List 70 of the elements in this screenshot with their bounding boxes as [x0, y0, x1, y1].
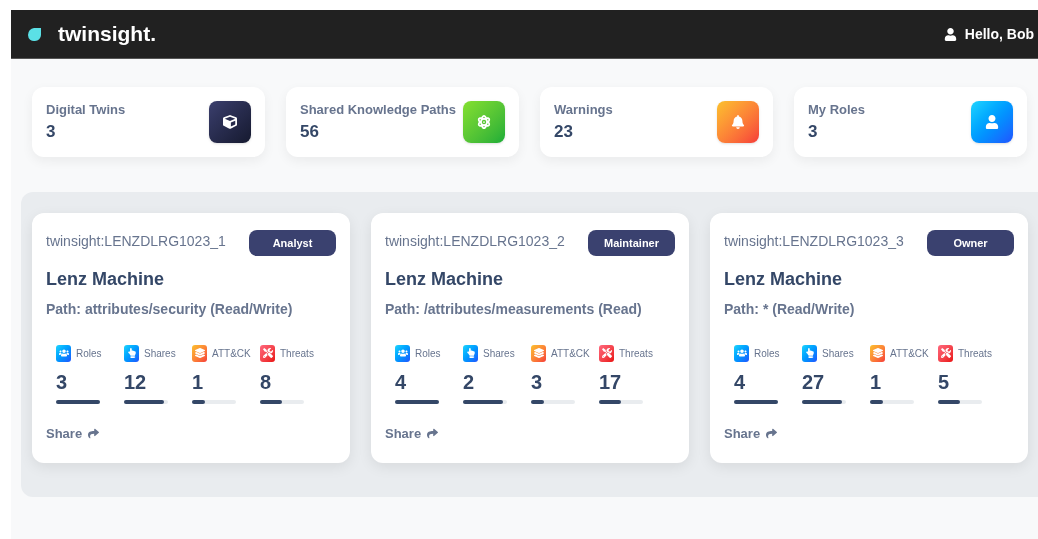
share-icon: [88, 428, 100, 440]
metric-value: 4: [395, 370, 408, 394]
share-link[interactable]: Share: [46, 424, 100, 444]
people-icon: [395, 344, 410, 362]
metric-label: Roles: [754, 346, 780, 361]
metric-value: 4: [734, 370, 747, 394]
metric-value: 3: [56, 370, 69, 394]
stat-value: 23: [554, 121, 574, 143]
stat-value: 3: [46, 121, 57, 143]
metric-label: Threats: [958, 346, 992, 361]
metric-value: 1: [870, 370, 883, 394]
twin-path: Path: * (Read/Write): [724, 300, 856, 319]
tools-icon: [599, 344, 614, 362]
pointer-icon: [463, 344, 478, 362]
cube-icon: [209, 101, 251, 143]
role-badge: Owner: [927, 230, 1014, 256]
metric-label: Threats: [280, 346, 314, 361]
share-link[interactable]: Share: [724, 424, 778, 444]
role-badge: Analyst: [249, 230, 336, 256]
people-icon: [56, 344, 71, 362]
people-icon: [734, 344, 749, 362]
twin-name: Lenz Machine: [724, 268, 844, 291]
brand-name: twinsight.: [58, 21, 156, 48]
metric-value: 1: [192, 370, 205, 394]
pointer-icon: [802, 344, 817, 362]
twin-path: Path: /attributes/measurements (Read): [385, 300, 643, 319]
twin-name: Lenz Machine: [385, 268, 505, 291]
twin-id: twinsight:LENZDLRG1023_3: [724, 232, 904, 251]
twin-path: Path: attributes/security (Read/Write): [46, 300, 294, 319]
metric-label: Shares: [144, 346, 176, 361]
tools-icon: [260, 344, 275, 362]
stat-label: Shared Knowledge Paths: [300, 101, 457, 119]
metric-value: 8: [260, 370, 273, 394]
atom-icon: [463, 101, 505, 143]
user-icon: [943, 27, 957, 41]
logo-icon: [27, 26, 42, 42]
stat-label: My Roles: [808, 101, 866, 119]
share-link[interactable]: Share: [385, 424, 439, 444]
stat-label: Warnings: [554, 101, 613, 119]
share-icon: [427, 428, 439, 440]
twin-id: twinsight:LENZDLRG1023_1: [46, 232, 226, 251]
metric-value: 17: [599, 370, 623, 394]
layers-icon: [870, 344, 885, 362]
metric-value: 5: [938, 370, 951, 394]
metric-value: 27: [802, 370, 826, 394]
metric-label: ATT&CK: [890, 346, 929, 361]
metric-value: 3: [531, 370, 544, 394]
metric-label: Roles: [415, 346, 441, 361]
tools-icon: [938, 344, 953, 362]
bell-icon: [717, 101, 759, 143]
user-icon: [971, 101, 1013, 143]
stat-value: 3: [808, 121, 819, 143]
metric-label: Threats: [619, 346, 653, 361]
metric-value: 12: [124, 370, 148, 394]
stat-value: 56: [300, 121, 320, 143]
layers-icon: [192, 344, 207, 362]
role-badge: Maintainer: [588, 230, 675, 256]
stat-label: Digital Twins: [46, 101, 126, 119]
twin-name: Lenz Machine: [46, 268, 166, 291]
layers-icon: [531, 344, 546, 362]
share-icon: [766, 428, 778, 440]
metric-label: ATT&CK: [212, 346, 251, 361]
metric-label: Shares: [822, 346, 854, 361]
metric-label: ATT&CK: [551, 346, 590, 361]
metric-value: 2: [463, 370, 476, 394]
twin-id: twinsight:LENZDLRG1023_2: [385, 232, 565, 251]
pointer-icon: [124, 344, 139, 362]
metric-label: Shares: [483, 346, 515, 361]
user-menu[interactable]: Hello, Bob: [943, 23, 1034, 45]
metric-label: Roles: [76, 346, 102, 361]
